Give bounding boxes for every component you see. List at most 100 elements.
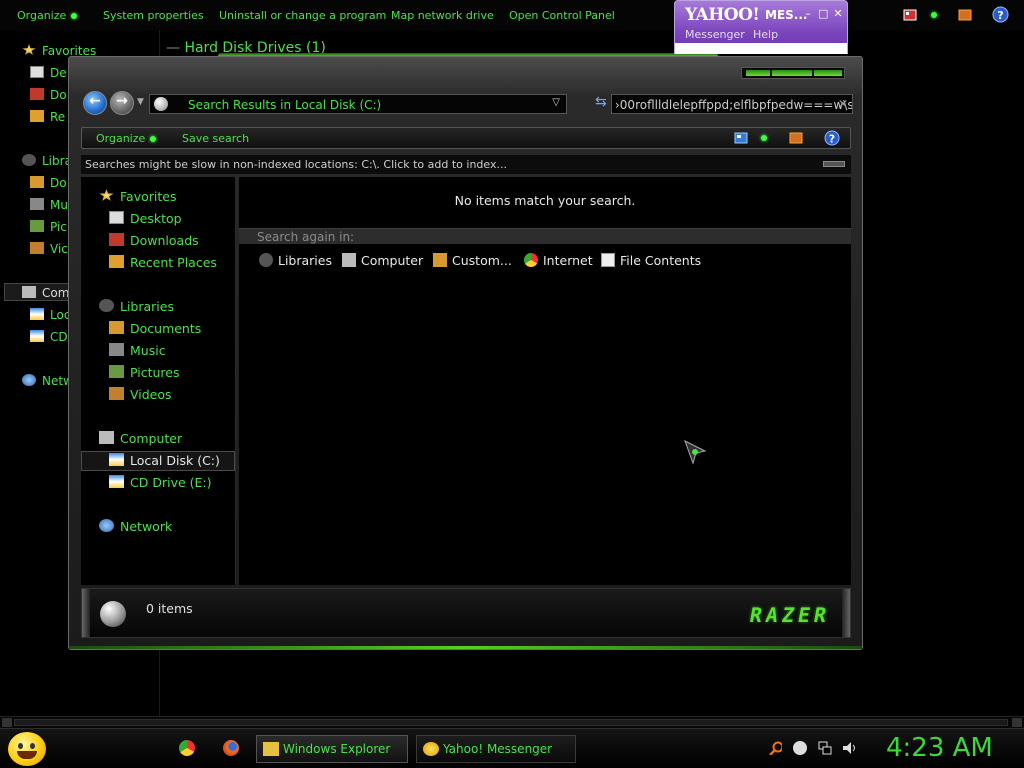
search-input[interactable]: ›00rofllldlelepffppd;elflbpfpedw===w\s ✕ <box>611 94 853 114</box>
mouse-pointer-icon <box>684 439 707 465</box>
bg-nav-computer[interactable]: Com <box>22 286 69 300</box>
svg-text:?: ? <box>997 9 1003 22</box>
minimize-icon[interactable]: – <box>803 8 813 19</box>
nav-item-music[interactable]: Music <box>109 343 166 358</box>
libraries-icon <box>259 253 273 267</box>
details-edge-right <box>842 589 850 637</box>
search-again-file-contents[interactable]: File Contents <box>601 253 701 268</box>
nav-item-cd-drive[interactable]: CD Drive (E:) <box>109 475 212 490</box>
bg-nav-music[interactable]: Mu <box>30 198 68 212</box>
bg-nav-videos[interactable]: Vic <box>30 242 68 256</box>
start-button[interactable] <box>8 732 46 766</box>
hard-drive-icon <box>30 308 44 320</box>
downloads-icon <box>109 233 124 246</box>
nav-item-videos[interactable]: Videos <box>109 387 172 402</box>
bg-organize-button[interactable]: Organize <box>17 9 78 22</box>
clear-search-icon[interactable]: ✕ <box>838 97 848 111</box>
chrome-icon[interactable] <box>179 740 195 756</box>
no-results-message: No items match your search. <box>454 193 636 208</box>
bg-nav-documents[interactable]: Do <box>30 176 67 190</box>
taskbar-windows-explorer[interactable]: Windows Explorer <box>256 735 408 763</box>
browser-icon <box>524 253 538 267</box>
window-controls[interactable] <box>741 67 845 79</box>
details-edge-left <box>82 589 90 637</box>
yahoo-menu-help[interactable]: Help <box>753 28 778 41</box>
bg-nav-libraries[interactable]: Libra <box>22 154 72 168</box>
scroll-right-arrow-icon[interactable] <box>1012 718 1022 727</box>
nav-item-documents[interactable]: Documents <box>109 321 201 336</box>
notification-icon[interactable] <box>793 741 807 755</box>
scroll-left-arrow-icon[interactable] <box>2 718 12 727</box>
nav-item-computer[interactable]: Computer <box>99 431 182 446</box>
search-again-custom[interactable]: Custom... <box>433 253 512 268</box>
bg-nav-pictures[interactable]: Pic <box>30 220 67 234</box>
recent-pages-chevron-icon[interactable]: ▼ <box>137 97 144 107</box>
network-icon <box>99 519 114 532</box>
back-button[interactable]: ← <box>83 91 107 115</box>
yahoo-messenger-window[interactable]: YAHOO! MES... – □ ✕ Messenger Help <box>674 0 848 54</box>
scrollbar-thumb[interactable] <box>14 719 1008 726</box>
bg-nav-cd-drive[interactable]: CD <box>30 330 68 344</box>
nav-item-network[interactable]: Network <box>99 519 172 534</box>
bg-nav-downloads[interactable]: Do <box>30 88 67 102</box>
maximize-button[interactable] <box>772 70 812 76</box>
address-dropdown-icon[interactable]: ▽ <box>552 97 560 108</box>
nav-item-local-disk[interactable]: Local Disk (C:) <box>109 453 220 468</box>
music-icon <box>30 198 44 210</box>
info-bar-close-button[interactable] <box>823 161 845 167</box>
nav-item-pictures[interactable]: Pictures <box>109 365 180 380</box>
libraries-icon <box>99 299 114 312</box>
change-view-icon[interactable] <box>734 132 748 144</box>
close-icon[interactable]: ✕ <box>833 8 843 19</box>
view-dropdown-icon[interactable] <box>931 12 937 18</box>
volume-icon[interactable] <box>842 741 856 755</box>
forward-arrow-icon: → <box>116 93 128 109</box>
organize-button[interactable]: Organize <box>96 132 157 145</box>
bg-control-panel-button[interactable]: Open Control Panel <box>509 9 615 22</box>
yahoo-smiley-icon <box>423 742 439 756</box>
minimize-button[interactable] <box>746 70 770 76</box>
bg-map-drive-button[interactable]: Map network drive <box>391 9 494 22</box>
search-again-libraries[interactable]: Libraries <box>259 253 332 268</box>
taskbar-yahoo-messenger[interactable]: Yahoo! Messenger <box>416 735 576 763</box>
desktop-icon <box>30 66 44 78</box>
taskbar-clock[interactable]: 4:23 AM <box>886 733 993 763</box>
nav-item-desktop[interactable]: Desktop <box>109 211 182 226</box>
network-tray-icon[interactable] <box>818 741 832 755</box>
nav-item-downloads[interactable]: Downloads <box>109 233 199 248</box>
documents-icon <box>109 321 124 334</box>
bg-nav-network[interactable]: Netw <box>22 374 73 388</box>
search-icon[interactable] <box>768 741 782 755</box>
preview-pane-icon[interactable] <box>789 132 803 144</box>
horizontal-scrollbar[interactable] <box>0 716 1024 728</box>
view-dropdown-icon[interactable] <box>761 135 767 141</box>
bg-nav-local-disk[interactable]: Loc <box>30 308 70 322</box>
index-info-bar[interactable]: Searches might be slow in non-indexed lo… <box>81 155 851 175</box>
refresh-icon[interactable]: ⇆ <box>595 94 607 110</box>
forward-button[interactable]: → <box>110 91 134 115</box>
nav-item-favorites[interactable]: Favorites <box>99 189 176 204</box>
nav-item-recent-places[interactable]: Recent Places <box>109 255 217 270</box>
search-again-label: Search again in: <box>257 230 355 244</box>
help-icon[interactable]: ? <box>824 130 840 146</box>
search-again-internet[interactable]: Internet <box>524 253 593 268</box>
dropdown-indicator-icon <box>150 136 157 142</box>
help-icon[interactable]: ? <box>992 6 1009 23</box>
documents-icon <box>30 176 44 188</box>
preview-pane-icon[interactable] <box>958 9 972 21</box>
close-button[interactable] <box>814 70 842 76</box>
libraries-icon <box>22 154 36 166</box>
bg-nav-recent[interactable]: Re <box>30 110 65 124</box>
bg-nav-desktop[interactable]: De <box>30 66 67 80</box>
save-search-button[interactable]: Save search <box>182 132 249 145</box>
folder-icon <box>433 253 447 267</box>
maximize-icon[interactable]: □ <box>818 8 828 19</box>
search-again-computer[interactable]: Computer <box>342 253 423 268</box>
bg-system-properties-button[interactable]: System properties <box>103 9 204 22</box>
yahoo-menu-messenger[interactable]: Messenger <box>685 28 745 41</box>
nav-item-libraries[interactable]: Libraries <box>99 299 174 314</box>
view-options-icon[interactable] <box>903 9 917 21</box>
address-bar[interactable]: Search Results in Local Disk (C:) ▽ <box>149 94 567 114</box>
bg-uninstall-button[interactable]: Uninstall or change a program <box>219 9 386 22</box>
firefox-icon[interactable] <box>223 740 239 756</box>
